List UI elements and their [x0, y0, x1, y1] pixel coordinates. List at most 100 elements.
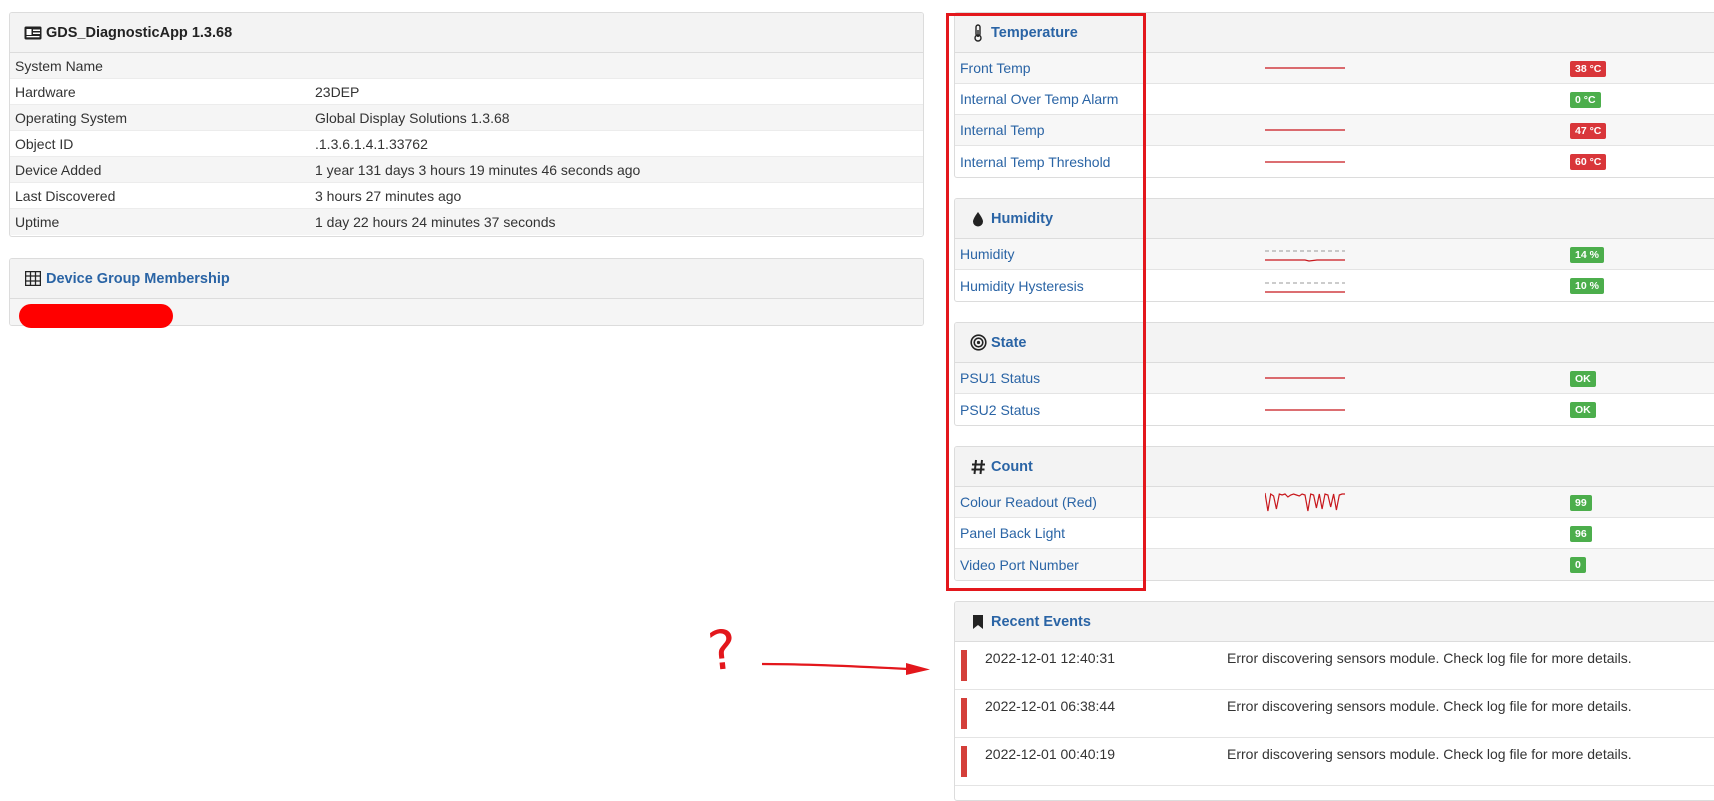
overview-row: Uptime 1 day 22 hours 24 minutes 37 secon… [10, 209, 923, 235]
id-card-icon [24, 24, 42, 42]
event-severity-bar [961, 698, 967, 729]
humidity-panel: Humidity Humidity 14 % Humidity Hysteresis… [954, 198, 1714, 302]
sensor-value-badge: OK [1570, 402, 1596, 418]
humidity-title[interactable]: Humidity [991, 211, 1053, 227]
overview-row-value: 23DEP [315, 83, 360, 100]
sensor-row: Humidity 14 % [955, 239, 1714, 270]
overview-row: Last Discovered 3 hours 27 minutes ago [10, 183, 923, 209]
sensor-name-link[interactable]: Internal Temp [960, 122, 1045, 138]
overview-row: Hardware 23DEP [10, 79, 923, 105]
sensor-name-link[interactable]: Internal Temp Threshold [960, 154, 1110, 170]
state-panel: State PSU1 Status OK PSU2 Status OK [954, 322, 1714, 426]
redaction-mark [19, 304, 173, 328]
sensor-sparkline[interactable] [1265, 151, 1345, 173]
sensor-row: Humidity Hysteresis 10 % [955, 270, 1714, 301]
overview-panel: GDS_DiagnosticApp 1.3.68 System Name Hard… [9, 12, 924, 237]
sensor-name-link[interactable]: Internal Over Temp Alarm [960, 91, 1118, 107]
sensor-row: Colour Readout (Red) 99 [955, 487, 1714, 518]
event-row: 2022-12-01 12:40:31 Error discovering sen… [955, 642, 1714, 690]
sensor-value-badge: 99 [1570, 495, 1592, 511]
question-mark-annotation: ? [704, 617, 740, 684]
overview-row: Object ID .1.3.6.1.4.1.33762 [10, 131, 923, 157]
overview-row-value: 1 year 131 days 3 hours 19 minutes 46 se… [315, 161, 641, 178]
count-heading: Count [955, 447, 1714, 487]
humidity-heading: Humidity [955, 199, 1714, 239]
recent-events-heading: Recent Events [955, 602, 1714, 642]
overview-table: System Name Hardware 23DEP Operating System… [10, 53, 923, 235]
overview-row: System Name [10, 53, 923, 79]
sensor-name-link[interactable]: Humidity Hysteresis [960, 278, 1084, 294]
group-membership-title[interactable]: Device Group Membership [46, 271, 230, 287]
event-message: Error discovering sensors module. Check … [1227, 650, 1632, 666]
overview-row-value: .1.3.6.1.4.1.33762 [315, 135, 428, 152]
overview-row: Operating System Global Display Solutions… [10, 105, 923, 131]
sensor-value-badge: 60 °C [1570, 154, 1607, 170]
state-title[interactable]: State [991, 335, 1026, 351]
count-panel: Count Colour Readout (Red) 99 Panel Back L… [954, 446, 1714, 581]
count-title[interactable]: Count [991, 459, 1033, 475]
overview-row-label: Hardware [15, 83, 76, 100]
sensor-name-link[interactable]: Colour Readout (Red) [960, 494, 1097, 510]
overview-title: GDS_DiagnosticApp 1.3.68 [46, 24, 233, 41]
recent-events-panel: Recent Events 2022-12-01 12:40:31 Error d… [954, 601, 1714, 801]
overview-row: Device Added 1 year 131 days 3 hours 19 m… [10, 157, 923, 183]
overview-row-label: Device Added [15, 161, 102, 178]
overview-row-value: 1 day 22 hours 24 minutes 37 seconds [315, 214, 556, 230]
sensor-row: Internal Over Temp Alarm 0 °C [955, 84, 1714, 115]
hashtag-icon [969, 458, 987, 476]
sensor-sparkline[interactable] [1265, 57, 1345, 79]
overview-row-label: Uptime [15, 214, 60, 230]
sensor-row: PSU1 Status OK [955, 363, 1714, 394]
sensor-row: Panel Back Light 96 [955, 518, 1714, 549]
sensor-name-link[interactable]: Video Port Number [960, 557, 1079, 573]
recent-events-title[interactable]: Recent Events [991, 614, 1091, 630]
overview-row-label: Last Discovered [15, 187, 116, 204]
overview-row-label: Object ID [15, 135, 74, 152]
sensor-sparkline[interactable] [1265, 275, 1345, 297]
thermometer-icon [969, 23, 987, 42]
sensor-row: Video Port Number 0 [955, 549, 1714, 580]
sensor-value-badge: 14 % [1570, 247, 1604, 263]
sensor-name-link[interactable]: Humidity [960, 246, 1014, 262]
sensor-row: Internal Temp 47 °C [955, 115, 1714, 146]
event-row: 2022-12-01 00:40:19 Error discovering sen… [955, 738, 1714, 786]
target-icon [969, 334, 987, 352]
overview-row-value: Global Display Solutions 1.3.68 [315, 109, 510, 126]
overview-heading: GDS_DiagnosticApp 1.3.68 [10, 13, 923, 53]
sensor-sparkline[interactable] [1265, 119, 1345, 141]
overview-row-value: 3 hours 27 minutes ago [315, 187, 462, 204]
sensor-sparkline[interactable] [1265, 243, 1345, 265]
sensor-name-link[interactable]: Front Temp [960, 60, 1031, 76]
sensor-name-link[interactable]: PSU2 Status [960, 402, 1040, 418]
table-grid-icon [24, 270, 42, 288]
event-time: 2022-12-01 00:40:19 [985, 746, 1115, 762]
event-message: Error discovering sensors module. Check … [1227, 698, 1632, 714]
sensor-sparkline[interactable] [1265, 399, 1345, 421]
sensor-value-badge: OK [1570, 371, 1596, 387]
overview-row-label: Operating System [15, 109, 128, 126]
sensor-name-link[interactable]: Panel Back Light [960, 525, 1065, 541]
arrow-annotation [761, 662, 930, 675]
sensor-value-badge: 0 °C [1570, 92, 1601, 108]
sensor-value-badge: 38 °C [1570, 61, 1607, 77]
sensor-name-link[interactable]: PSU1 Status [960, 370, 1040, 386]
temperature-heading: Temperature [955, 13, 1714, 53]
event-message: Error discovering sensors module. Check … [1227, 746, 1632, 762]
state-heading: State [955, 323, 1714, 363]
overview-row-label: System Name [15, 57, 103, 74]
sensor-sparkline[interactable] [1265, 367, 1345, 389]
sensor-value-badge: 47 °C [1570, 123, 1607, 139]
event-time: 2022-12-01 12:40:31 [985, 650, 1115, 666]
temperature-title[interactable]: Temperature [991, 25, 1078, 41]
water-drop-icon [969, 210, 987, 228]
bookmark-icon [969, 613, 987, 631]
group-membership-heading: Device Group Membership [10, 259, 923, 299]
sensor-row: Internal Temp Threshold 60 °C [955, 146, 1714, 177]
sensor-value-badge: 96 [1570, 526, 1592, 542]
sensor-row: Front Temp 38 °C [955, 53, 1714, 84]
sensor-sparkline[interactable] [1264, 491, 1345, 513]
sensor-value-badge: 10 % [1570, 278, 1604, 294]
event-time: 2022-12-01 06:38:44 [985, 698, 1115, 714]
sensor-value-badge: 0 [1570, 557, 1586, 573]
temperature-panel: Temperature Front Temp 38 °C Internal Over… [954, 12, 1714, 178]
